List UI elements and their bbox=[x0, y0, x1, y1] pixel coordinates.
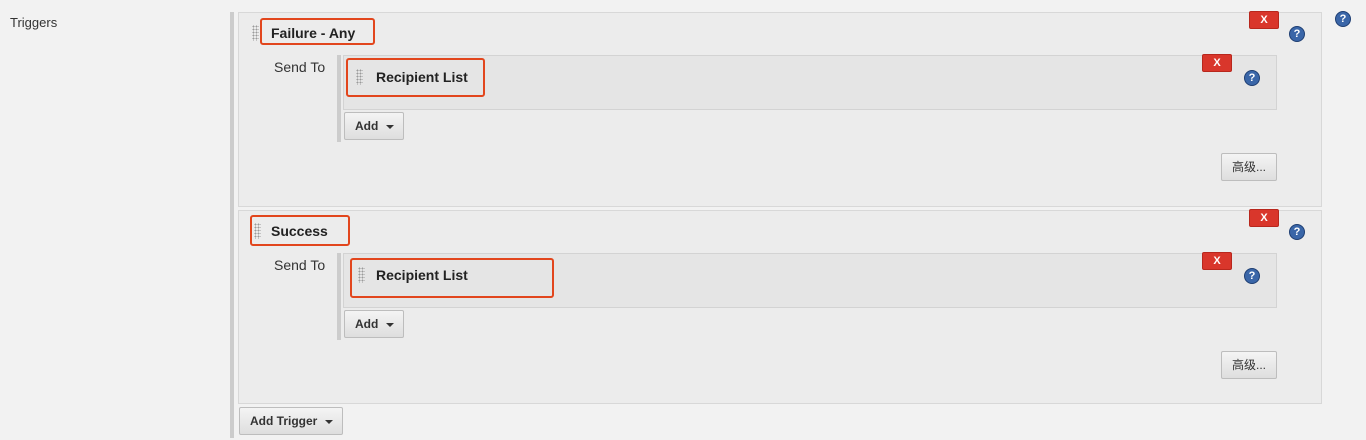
add-label: Add bbox=[355, 119, 379, 133]
delete-recipient-button[interactable]: X bbox=[1202, 54, 1232, 72]
help-icon[interactable]: ? bbox=[1335, 11, 1351, 27]
add-trigger-button[interactable]: Add Trigger bbox=[239, 407, 343, 435]
advanced-button[interactable]: 高级... bbox=[1221, 153, 1277, 181]
send-to-bar bbox=[337, 55, 341, 142]
caret-down-icon bbox=[325, 419, 334, 424]
trigger-title: Failure - Any bbox=[271, 25, 356, 41]
add-trigger-label: Add Trigger bbox=[250, 414, 318, 428]
help-icon[interactable]: ? bbox=[1289, 26, 1305, 42]
delete-recipient-button[interactable]: X bbox=[1202, 252, 1232, 270]
send-to-label: Send To bbox=[274, 257, 326, 273]
advanced-button[interactable]: 高级... bbox=[1221, 351, 1277, 379]
help-icon[interactable]: ? bbox=[1244, 268, 1260, 284]
recipient-title: Recipient List bbox=[376, 267, 468, 283]
triggers-label: Triggers bbox=[10, 15, 58, 30]
caret-down-icon bbox=[386, 124, 395, 129]
send-to-bar bbox=[337, 253, 341, 340]
trigger-title: Success bbox=[271, 223, 328, 239]
recipient-title: Recipient List bbox=[376, 69, 468, 85]
delete-trigger-button[interactable]: X bbox=[1249, 209, 1279, 227]
help-icon[interactable]: ? bbox=[1289, 224, 1305, 240]
add-label: Add bbox=[355, 317, 379, 331]
delete-trigger-button[interactable]: X bbox=[1249, 11, 1279, 29]
send-to-label: Send To bbox=[274, 59, 326, 75]
drag-handle-icon[interactable] bbox=[252, 25, 259, 41]
help-icon[interactable]: ? bbox=[1244, 70, 1260, 86]
caret-down-icon bbox=[386, 322, 395, 327]
add-recipient-button[interactable]: Add bbox=[344, 112, 404, 140]
triggers-container-bar bbox=[230, 12, 234, 438]
add-recipient-button[interactable]: Add bbox=[344, 310, 404, 338]
